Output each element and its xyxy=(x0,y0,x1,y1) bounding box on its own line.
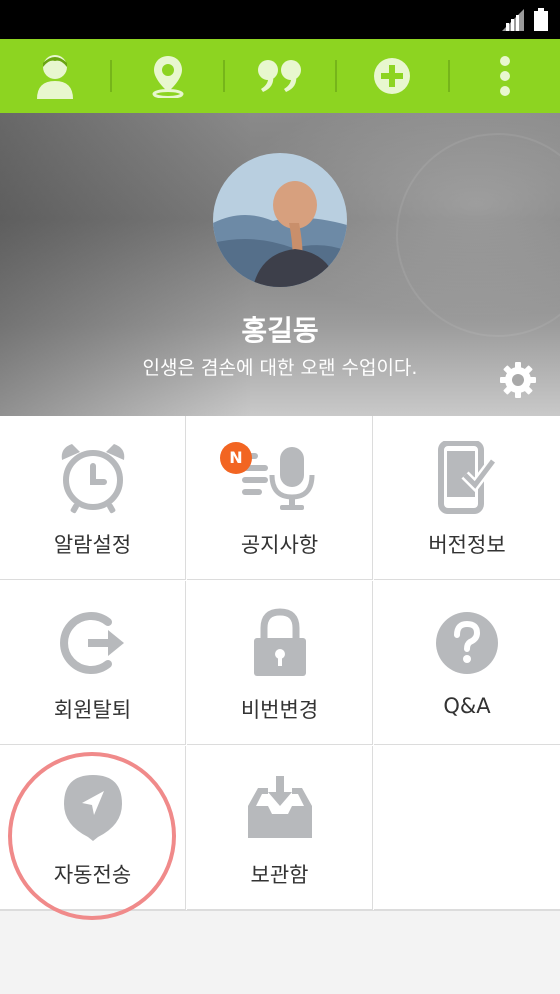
menu-item-notice[interactable]: 공지사항 xyxy=(187,416,373,580)
menu-item-storage[interactable]: 보관함 xyxy=(187,746,373,910)
plus-circle-icon xyxy=(374,58,411,94)
menu-item-label: 보관함 xyxy=(250,863,309,887)
gear-icon xyxy=(500,362,536,398)
location-pin-icon xyxy=(152,56,184,98)
menu-item-label: Q&A xyxy=(443,694,491,718)
highlight-ring xyxy=(8,752,176,920)
menu-item-version[interactable]: 버전정보 xyxy=(374,416,560,580)
menu-item-label: 비번변경 xyxy=(240,698,319,722)
profile-name: 홍길동 xyxy=(241,314,319,347)
microphone-announcement-icon xyxy=(242,447,315,510)
phone-check-icon xyxy=(438,441,497,514)
location-button[interactable] xyxy=(112,39,222,113)
menu-item-label: 회원탈퇴 xyxy=(53,698,132,722)
avatar-photo xyxy=(213,153,347,287)
status-bar xyxy=(0,0,560,39)
avatar[interactable] xyxy=(213,153,347,287)
menu-item-label: 알람설정 xyxy=(53,533,132,557)
new-badge: N xyxy=(220,442,252,474)
more-vertical-icon xyxy=(499,56,510,96)
profile-motto: 인생은 겸손에 대한 오랜 수업이다. xyxy=(142,357,418,379)
menu-item-label: 공지사항 xyxy=(240,533,319,557)
menu-item-withdraw[interactable]: 회원탈퇴 xyxy=(0,581,186,745)
lock-icon xyxy=(254,608,306,676)
profile-header: 홍길동 인생은 겸손에 대한 오랜 수업이다. xyxy=(0,113,560,416)
quote-button[interactable] xyxy=(225,39,335,113)
inbox-download-icon xyxy=(248,776,312,838)
alarm-clock-icon xyxy=(61,444,125,514)
menu-item-qna[interactable]: Q&A xyxy=(374,581,560,745)
profile-button[interactable] xyxy=(0,39,110,113)
settings-button[interactable] xyxy=(498,360,538,400)
person-icon xyxy=(37,55,74,99)
menu-item-password[interactable]: 비번변경 xyxy=(187,581,373,745)
quote-icon xyxy=(258,60,302,92)
battery-icon xyxy=(534,8,548,31)
add-button[interactable] xyxy=(337,39,447,113)
signal-icon xyxy=(502,9,524,31)
top-toolbar xyxy=(0,39,560,113)
more-button[interactable] xyxy=(450,39,560,113)
menu-item-empty xyxy=(374,746,560,910)
menu-item-label: 버전정보 xyxy=(428,533,506,557)
logout-icon xyxy=(60,612,124,674)
menu-item-alarm[interactable]: 알람설정 xyxy=(0,416,186,580)
question-icon xyxy=(436,612,498,674)
